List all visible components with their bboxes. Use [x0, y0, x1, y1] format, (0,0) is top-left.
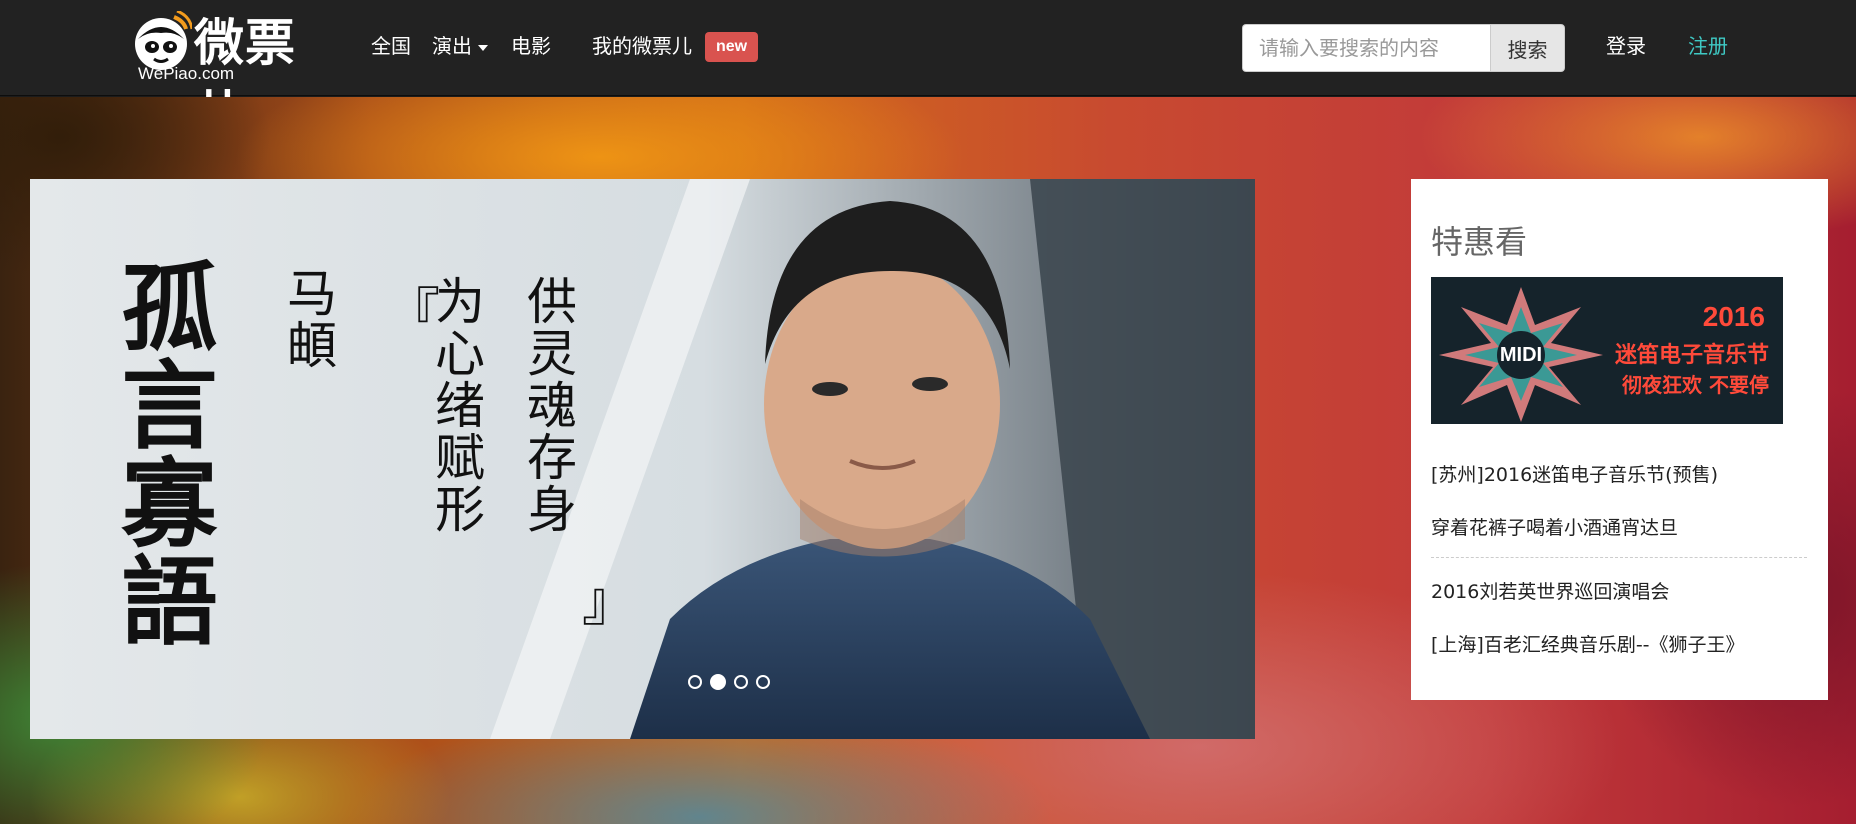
- deal-link[interactable]: [苏州]2016迷笛电子音乐节(预售): [1431, 461, 1807, 489]
- caret-down-icon: [478, 44, 488, 51]
- new-badge: new: [705, 32, 758, 62]
- slide-line-1: 为心绪赋形: [427, 275, 485, 535]
- slide-title-char: 語: [105, 551, 218, 649]
- nav-item-shows[interactable]: 演出: [432, 30, 488, 62]
- carousel-dot-active[interactable]: [710, 674, 726, 690]
- banner-subtitle: 彻夜狂欢 不要停: [1622, 373, 1769, 397]
- search-button[interactable]: 搜索: [1490, 24, 1565, 72]
- slide-title: 孤言寡語: [105, 257, 218, 677]
- nav-item-movies[interactable]: 电影: [511, 30, 551, 62]
- nav-item-my-wepiao[interactable]: 我的微票儿: [592, 30, 692, 62]
- slide-line-2: 供灵魂存身: [519, 275, 577, 535]
- logo-subtext: WePiao.com: [138, 64, 235, 83]
- promo-banner[interactable]: MIDI 2016 迷笛电子音乐节 彻夜狂欢 不要停: [1431, 277, 1783, 424]
- search-input[interactable]: [1242, 24, 1490, 72]
- nav-item-shows-label: 演出: [432, 34, 472, 58]
- deals-list: [苏州]2016迷笛电子音乐节(预售) 穿着花裤子喝着小酒通宵达旦 2016刘若…: [1431, 461, 1807, 659]
- deals-panel: 特惠看 MIDI 2016 迷笛电子音乐节 彻夜狂欢 不要停 [苏州]2016迷…: [1411, 179, 1828, 700]
- slide-title-char: 寡: [105, 453, 218, 551]
- logo[interactable]: 微票儿 WePiao.com: [130, 8, 340, 142]
- slide-artist: 马頔: [279, 267, 337, 371]
- slide-title-char: 言: [105, 355, 218, 453]
- top-navbar: 微票儿 WePiao.com 全国 演出 电影 我的微票儿 new 搜索 登录 …: [0, 0, 1856, 142]
- carousel-indicators: [688, 673, 770, 691]
- slide-title-char: 孤: [105, 257, 218, 355]
- deal-link[interactable]: [上海]百老汇经典音乐剧--《狮子王》: [1431, 631, 1807, 659]
- deals-title: 特惠看: [1431, 223, 1528, 261]
- login-link[interactable]: 登录: [1606, 30, 1646, 62]
- banner-title: 迷笛电子音乐节: [1614, 343, 1769, 368]
- deal-link[interactable]: 2016刘若英世界巡回演唱会: [1431, 578, 1807, 606]
- carousel[interactable]: 孤言寡語 马頔 『 为心绪赋形 供灵魂存身 』: [30, 179, 1255, 739]
- close-bracket: 』: [582, 570, 636, 633]
- banner-year: 2016: [1702, 301, 1765, 332]
- carousel-dot[interactable]: [688, 675, 702, 689]
- list-divider: [1431, 557, 1807, 558]
- carousel-dot[interactable]: [756, 675, 770, 689]
- carousel-dot[interactable]: [734, 675, 748, 689]
- deal-link[interactable]: 穿着花裤子喝着小酒通宵达旦: [1431, 514, 1807, 542]
- register-link[interactable]: 注册: [1688, 30, 1728, 62]
- banner-badge-text: MIDI: [1500, 344, 1542, 366]
- nav-item-nationwide[interactable]: 全国: [371, 30, 411, 62]
